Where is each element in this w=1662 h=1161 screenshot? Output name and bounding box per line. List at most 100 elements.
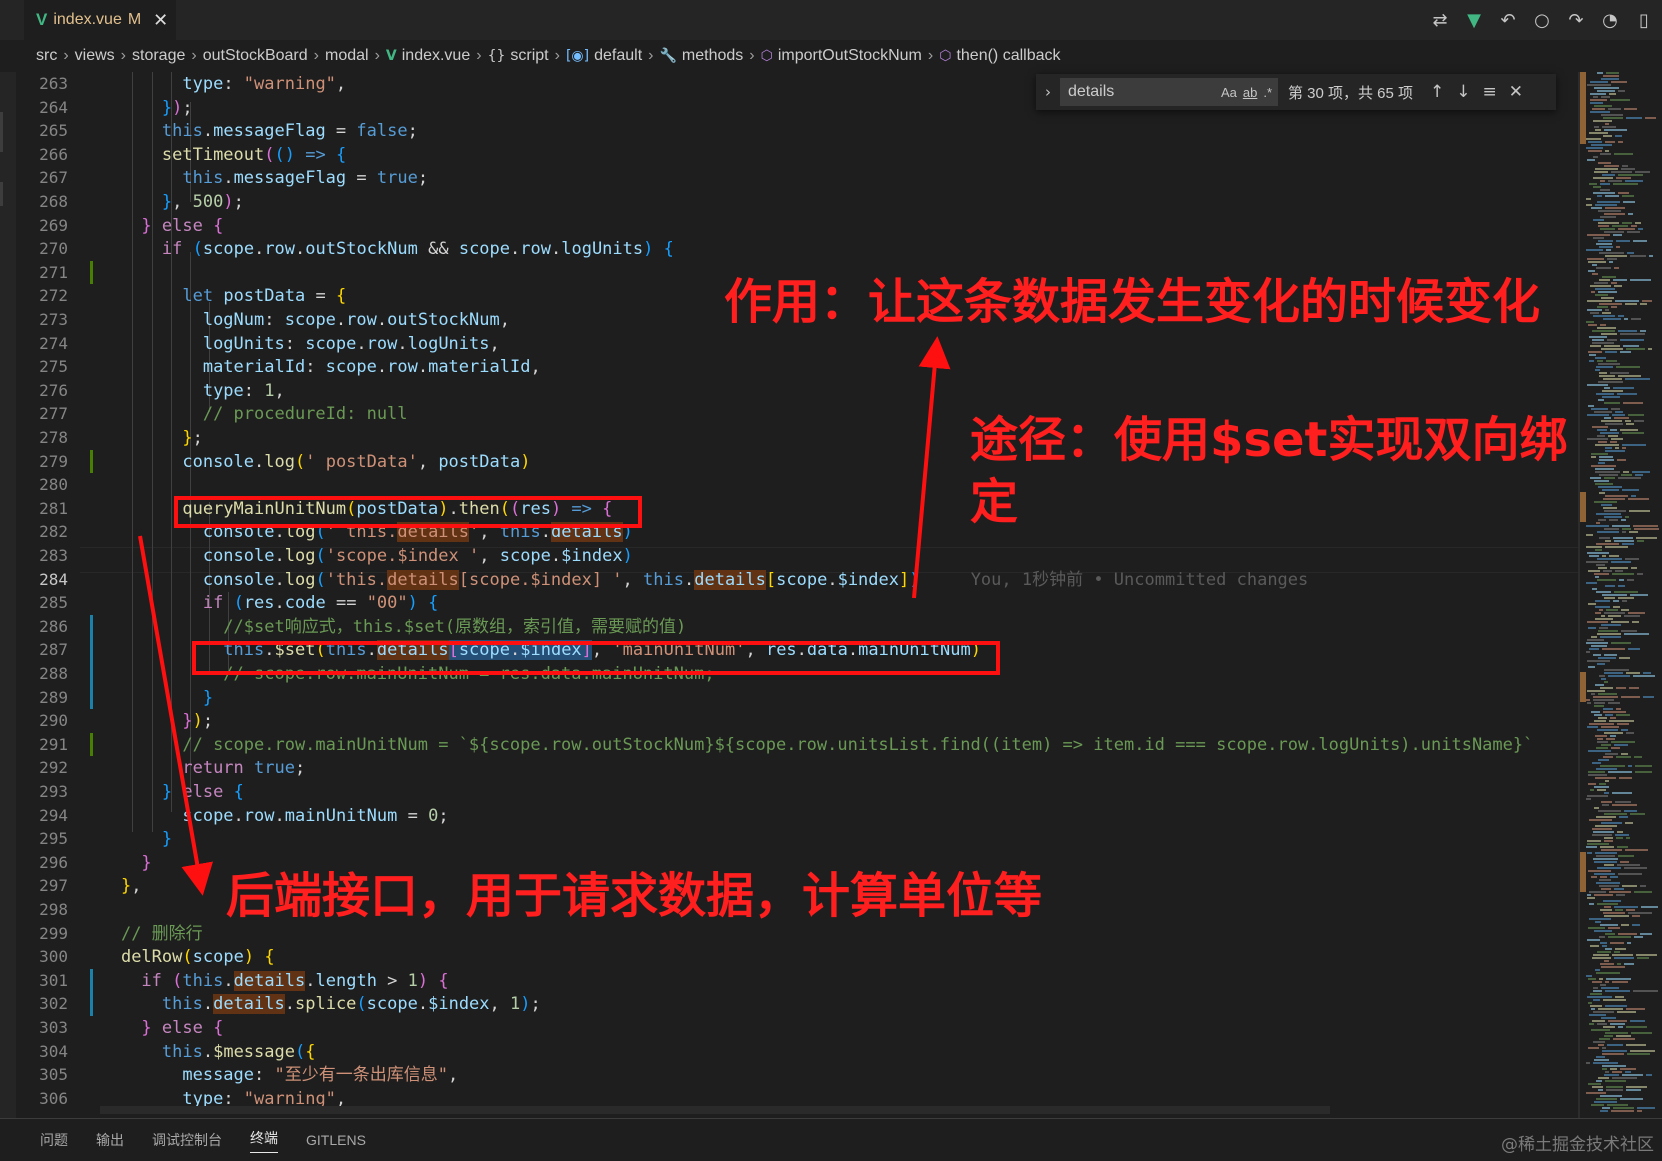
match-case-button[interactable]: Aa bbox=[1221, 85, 1237, 100]
go-forward-icon[interactable]: ↷ bbox=[1566, 10, 1586, 31]
minimap-line bbox=[1595, 444, 1619, 446]
minimap-line bbox=[1593, 987, 1598, 989]
minimap-line bbox=[1634, 936, 1643, 938]
minimap-line bbox=[1597, 741, 1608, 743]
close-icon[interactable]: ✕ bbox=[153, 10, 168, 31]
toggle-replace-icon[interactable]: › bbox=[1036, 83, 1060, 101]
minimap-line bbox=[1598, 1044, 1604, 1046]
line-number: 267 bbox=[39, 168, 68, 188]
activity-marker bbox=[0, 112, 3, 152]
minimap-line bbox=[1603, 507, 1617, 509]
minimap-line bbox=[1595, 369, 1600, 371]
tab-index-vue[interactable]: V index.vue M ✕ bbox=[24, 0, 176, 40]
minimap-line bbox=[1604, 213, 1625, 215]
find-in-selection-icon[interactable]: ≡ bbox=[1483, 82, 1497, 102]
minimap-line bbox=[1598, 441, 1607, 443]
minimap-line bbox=[1599, 474, 1618, 476]
breadcrumb-item[interactable]: modal bbox=[325, 47, 369, 65]
breadcrumb-item[interactable]: script bbox=[510, 47, 548, 65]
code-line: this.$message({ bbox=[161, 1041, 316, 1062]
breadcrumb-item[interactable]: views bbox=[75, 47, 115, 65]
minimap-line bbox=[1595, 468, 1614, 470]
gitlens-icon[interactable]: ◔ bbox=[1600, 10, 1620, 31]
minimap-line bbox=[1587, 894, 1591, 896]
minimap-line bbox=[1610, 1023, 1625, 1025]
minimap-line bbox=[1590, 102, 1603, 104]
minimap-line bbox=[1593, 1062, 1618, 1064]
previous-match-icon[interactable]: ↑ bbox=[1430, 82, 1444, 102]
minimap-line bbox=[1605, 540, 1611, 542]
breadcrumb-item[interactable]: importOutStockNum bbox=[778, 47, 922, 65]
line-number: 273 bbox=[39, 310, 68, 329]
minimap-line bbox=[1590, 945, 1599, 947]
minimap-line bbox=[1606, 360, 1617, 362]
line-number: 293 bbox=[39, 782, 68, 801]
minimap-line bbox=[1601, 348, 1623, 350]
minimap-line bbox=[1605, 585, 1615, 587]
code-line: if (scope.row.outStockNum && scope.row.l… bbox=[161, 239, 674, 260]
split-editor-icon[interactable]: ▯ bbox=[1634, 10, 1654, 31]
minimap-line bbox=[1602, 1050, 1627, 1052]
breadcrumb-item[interactable]: src bbox=[36, 47, 57, 65]
use-regex-button[interactable]: .* bbox=[1263, 85, 1272, 100]
match-whole-word-button[interactable]: ab bbox=[1243, 85, 1257, 100]
minimap-line bbox=[1593, 990, 1602, 992]
minimap-line bbox=[1589, 648, 1599, 650]
circle-icon[interactable]: ○ bbox=[1532, 10, 1552, 31]
minimap-line bbox=[1597, 663, 1605, 665]
minimap-line bbox=[1595, 129, 1601, 131]
minimap-line bbox=[1605, 255, 1627, 257]
breadcrumb-item[interactable]: default bbox=[594, 47, 642, 65]
minimap-line bbox=[1612, 414, 1625, 416]
minimap-line bbox=[1621, 753, 1628, 755]
minimap-line bbox=[1586, 699, 1590, 701]
minimap-line bbox=[1588, 870, 1611, 872]
panel-tab-output[interactable]: 输出 bbox=[96, 1130, 124, 1150]
minimap-line bbox=[1618, 375, 1641, 377]
line-number: 271 bbox=[39, 262, 68, 282]
minimap-line bbox=[1604, 915, 1629, 917]
panel-tab-debug-console[interactable]: 调试控制台 bbox=[152, 1130, 222, 1150]
minimap-line bbox=[1597, 903, 1618, 905]
minimap-line bbox=[1608, 1020, 1627, 1022]
compare-icon[interactable]: ⇄ bbox=[1430, 10, 1450, 31]
breadcrumb-item[interactable]: outStockBoard bbox=[203, 47, 308, 65]
panel-tab-terminal[interactable]: 终端 bbox=[250, 1128, 278, 1153]
panel-tab-gitlens[interactable]: GITLENS bbox=[306, 1132, 366, 1148]
minimap-line bbox=[1616, 756, 1631, 758]
breadcrumb-item[interactable]: methods bbox=[682, 47, 743, 65]
minimap-line bbox=[1586, 651, 1590, 653]
minimap-line bbox=[1613, 600, 1619, 602]
minimap-line bbox=[1597, 867, 1621, 869]
breadcrumb-item[interactable]: index.vue bbox=[402, 47, 471, 65]
minimap-line bbox=[1634, 756, 1642, 758]
code-editor[interactable]: type: "warning", }); this.messageFlag = … bbox=[80, 72, 1580, 1118]
breadcrumb-item[interactable]: then() callback bbox=[956, 47, 1060, 65]
find-input[interactable]: details Aa ab .* bbox=[1060, 78, 1278, 106]
minimap-line bbox=[1598, 567, 1607, 569]
line-number: 283 bbox=[39, 546, 68, 565]
horizontal-scrollbar[interactable] bbox=[100, 1106, 1330, 1114]
minimap[interactable] bbox=[1580, 72, 1662, 1118]
minimap-line bbox=[1595, 288, 1615, 290]
line-number-gutter: 263 264 265 266 267 268 269 270 271 272 273 274 275 2… bbox=[16, 72, 93, 1118]
minimap-line bbox=[1601, 966, 1625, 968]
minimap-line bbox=[1594, 702, 1605, 704]
line-number: 287 bbox=[39, 640, 68, 660]
minimap-line bbox=[1592, 834, 1612, 836]
minimap-line bbox=[1594, 171, 1608, 173]
next-match-icon[interactable]: ↓ bbox=[1456, 82, 1470, 102]
close-icon[interactable]: ✕ bbox=[1509, 82, 1523, 102]
panel-tab-problems[interactable]: 问题 bbox=[40, 1130, 68, 1150]
minimap-line bbox=[1602, 276, 1616, 278]
minimap-line bbox=[1609, 519, 1618, 521]
minimap-line bbox=[1613, 279, 1627, 281]
code-line: //$set响应式，this.$set(原数组，索引值，需要赋的值) bbox=[223, 616, 687, 637]
go-back-icon[interactable]: ↶ bbox=[1498, 10, 1518, 31]
minimap-line bbox=[1593, 1011, 1614, 1013]
minimap-line bbox=[1592, 762, 1601, 764]
vue-devtools-icon[interactable]: ▼ bbox=[1464, 10, 1484, 31]
breadcrumb-item[interactable]: storage bbox=[132, 47, 185, 65]
minimap-line bbox=[1613, 537, 1633, 539]
line-number: 264 bbox=[39, 97, 68, 117]
